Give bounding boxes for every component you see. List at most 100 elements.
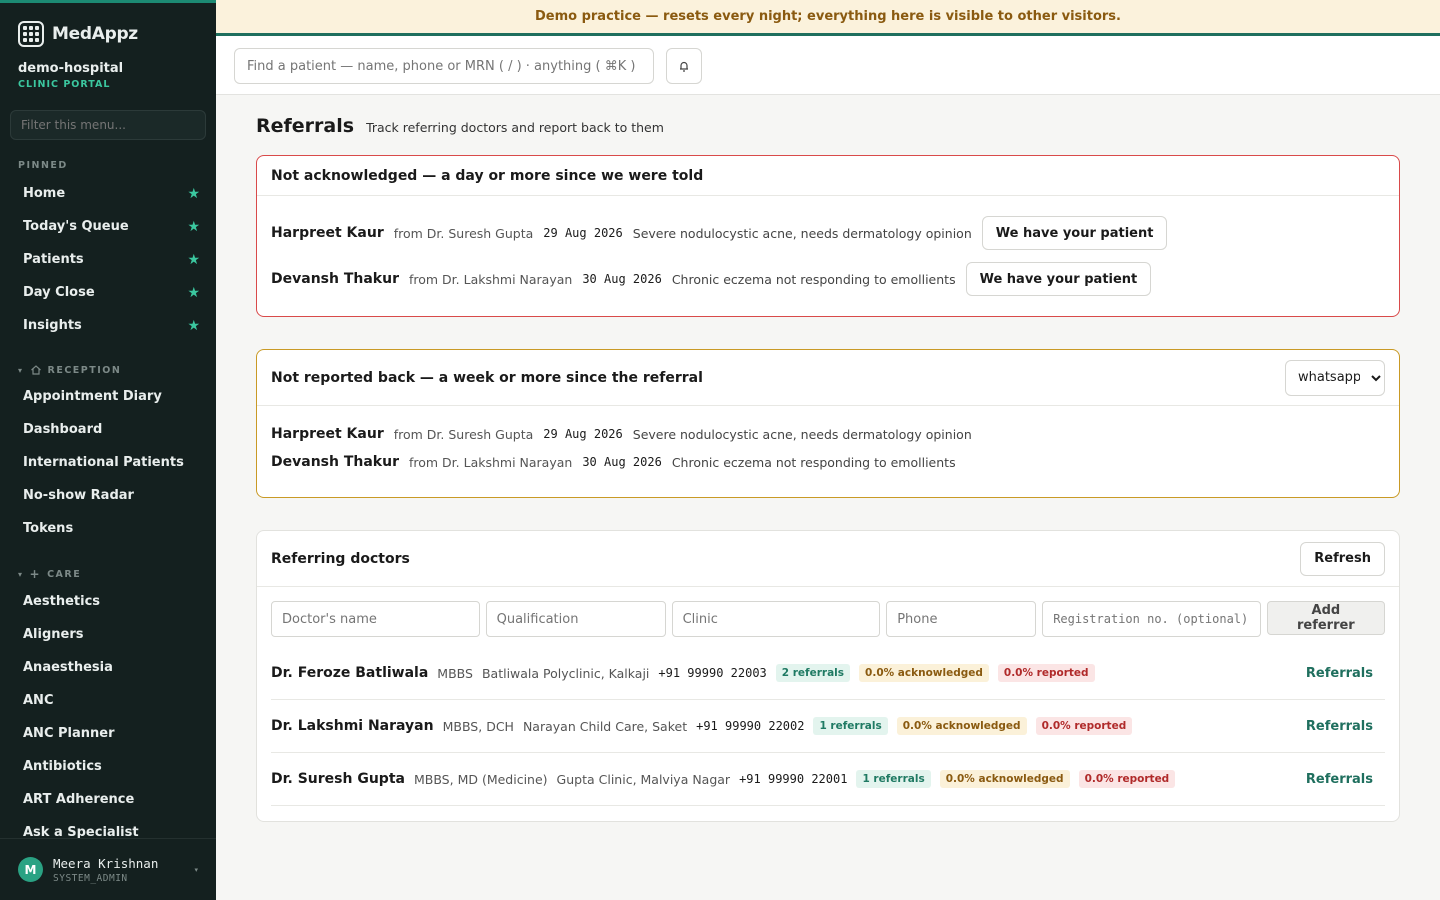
- brand[interactable]: MedAppz: [0, 3, 216, 49]
- referring-doctors-title: Referring doctors: [271, 550, 410, 567]
- referral-date: 30 Aug 2026: [582, 455, 662, 469]
- demo-banner-text: Demo practice — resets every night; ever…: [534, 9, 1121, 24]
- sidebar-item-label: Today's Queue: [23, 219, 129, 234]
- sidebar-item-anc[interactable]: ANC: [0, 684, 216, 717]
- referral-date: 29 Aug 2026: [543, 427, 623, 441]
- sidebar-item-insights[interactable]: Insights ★: [0, 309, 216, 342]
- sidebar-item-art-adherence[interactable]: ART Adherence: [0, 783, 216, 816]
- doctor-list: Dr. Feroze Batliwala MBBS Batliwala Poly…: [257, 647, 1399, 806]
- page-subtitle: Track referring doctors and report back …: [366, 120, 664, 135]
- doctor-name-field[interactable]: [271, 601, 480, 637]
- star-icon[interactable]: ★: [187, 186, 200, 202]
- add-referrer-button[interactable]: Add referrer: [1266, 601, 1385, 635]
- referrals-link[interactable]: Referrals: [1306, 666, 1385, 681]
- acknowledge-button[interactable]: We have your patient: [965, 262, 1152, 296]
- add-referrer-form: Add referrer: [257, 587, 1399, 637]
- sidebar-item-dashboard[interactable]: Dashboard: [0, 413, 216, 446]
- sidebar-item-patients[interactable]: Patients ★: [0, 243, 216, 276]
- user-name: Meera Krishnan: [53, 855, 159, 871]
- sidebar-item-day-close[interactable]: Day Close ★: [0, 276, 216, 309]
- patient-name[interactable]: Devansh Thakur: [271, 271, 399, 287]
- sidebar-item-international-patients[interactable]: International Patients: [0, 446, 216, 479]
- doctor-name: Dr. Suresh Gupta: [271, 771, 405, 787]
- sidebar-item-antibiotics[interactable]: Antibiotics: [0, 750, 216, 783]
- sidebar-item-label: Day Close: [23, 285, 95, 300]
- sidebar-item-label: ANC Planner: [23, 726, 115, 741]
- star-icon[interactable]: ★: [187, 285, 200, 301]
- care-list: Aesthetics Aligners Anaesthesia ANC ANC …: [0, 585, 216, 849]
- pinned-list: Home ★ Today's Queue ★ Patients ★ Day Close…: [0, 177, 216, 342]
- referrals-count-badge: 1 referrals: [856, 770, 931, 788]
- doctor-qualification: MBBS, DCH: [442, 718, 514, 734]
- page-title: Referrals: [256, 115, 355, 137]
- sidebar-item-label: No-show Radar: [23, 488, 134, 503]
- sidebar-item-anaesthesia[interactable]: Anaesthesia: [0, 651, 216, 684]
- star-icon[interactable]: ★: [187, 252, 200, 268]
- sidebar-item-label: ART Adherence: [23, 792, 135, 807]
- referral-reason: Chronic eczema not responding to emollie…: [671, 454, 956, 470]
- card-title: Not reported back — a week or more since…: [257, 350, 1399, 406]
- doctor-clinic: Gupta Clinic, Malviya Nagar: [556, 771, 731, 787]
- list-item: Devansh Thakur from Dr. Lakshmi Narayan …: [257, 454, 1399, 470]
- sidebar-item-anc-planner[interactable]: ANC Planner: [0, 717, 216, 750]
- referrer-name: from Dr. Lakshmi Narayan: [408, 454, 573, 470]
- doctor-qualification: MBBS, MD (Medicine): [413, 771, 548, 787]
- org-switcher[interactable]: demo-hospital CLINIC PORTAL: [0, 49, 216, 90]
- report-channel-select[interactable]: whatsapp: [1285, 359, 1385, 396]
- acknowledge-button[interactable]: We have your patient: [981, 216, 1168, 250]
- acknowledged-badge: 0.0% acknowledged: [939, 770, 1070, 788]
- list-item: Harpreet Kaur from Dr. Suresh Gupta 29 A…: [257, 426, 1399, 442]
- not-acknowledged-card: Not acknowledged — a day or more since w…: [256, 155, 1400, 317]
- sidebar-item-appointment-diary[interactable]: Appointment Diary: [0, 380, 216, 413]
- sidebar-item-no-show-radar[interactable]: No-show Radar: [0, 479, 216, 512]
- registration-field[interactable]: [1042, 601, 1261, 637]
- qualification-field[interactable]: [485, 601, 666, 637]
- sidebar-item-home[interactable]: Home ★: [0, 177, 216, 210]
- acknowledged-badge: 0.0% acknowledged: [859, 664, 989, 682]
- clinic-field[interactable]: [671, 601, 881, 637]
- sidebar-item-label: Insights: [23, 318, 82, 333]
- sidebar-item-todays-queue[interactable]: Today's Queue ★: [0, 210, 216, 243]
- patient-search-input[interactable]: [234, 48, 654, 84]
- doctor-name: Dr. Feroze Batliwala: [271, 665, 429, 681]
- sidebar-item-label: Antibiotics: [23, 759, 102, 774]
- referrals-link[interactable]: Referrals: [1306, 719, 1385, 734]
- sidebar-item-label: International Patients: [23, 455, 184, 470]
- list-item: Harpreet Kaur from Dr. Suresh Gupta 29 A…: [257, 216, 1399, 250]
- sidebar-item-label: Dashboard: [23, 422, 103, 437]
- brand-name: MedAppz: [52, 24, 138, 44]
- patient-name[interactable]: Devansh Thakur: [271, 454, 399, 470]
- table-row: Dr. Feroze Batliwala MBBS Batliwala Poly…: [271, 647, 1385, 700]
- sidebar-item-aligners[interactable]: Aligners: [0, 618, 216, 651]
- referrer-name: from Dr. Suresh Gupta: [393, 225, 534, 241]
- sidebar-item-aesthetics[interactable]: Aesthetics: [0, 585, 216, 618]
- not-reported-card: Not reported back — a week or more since…: [256, 349, 1400, 498]
- sidebar-item-tokens[interactable]: Tokens: [0, 512, 216, 545]
- bell-icon: [680, 61, 688, 72]
- reception-section-toggle[interactable]: ▾ RECEPTION: [0, 364, 216, 376]
- doctor-qualification: MBBS: [437, 665, 473, 681]
- chevron-down-icon: ▾: [194, 865, 198, 874]
- patient-name[interactable]: Harpreet Kaur: [271, 426, 384, 442]
- table-row: Dr. Lakshmi Narayan MBBS, DCH Narayan Ch…: [271, 700, 1385, 753]
- star-icon[interactable]: ★: [187, 318, 200, 334]
- doctor-phone: +91 99990 22002: [696, 719, 805, 733]
- sidebar-item-label: Appointment Diary: [23, 389, 162, 404]
- list-item: Devansh Thakur from Dr. Lakshmi Narayan …: [257, 262, 1399, 296]
- star-icon[interactable]: ★: [187, 219, 200, 235]
- refresh-button[interactable]: Refresh: [1300, 541, 1385, 576]
- referrals-link[interactable]: Referrals: [1306, 772, 1385, 787]
- patient-name[interactable]: Harpreet Kaur: [271, 225, 384, 241]
- phone-field[interactable]: [886, 601, 1037, 637]
- menu-filter-input[interactable]: [10, 110, 206, 140]
- referring-doctors-card: Referring doctors Refresh Add referrer D…: [256, 530, 1400, 822]
- doctor-phone: +91 99990 22001: [739, 772, 848, 786]
- org-name: demo-hospital: [18, 61, 124, 76]
- caret-down-icon: ▾: [18, 365, 24, 375]
- user-menu[interactable]: M Meera Krishnan SYSTEM_ADMIN ▾: [0, 838, 216, 900]
- page-header: Referrals Track referring doctors and re…: [256, 115, 664, 137]
- notifications-button[interactable]: [666, 48, 702, 84]
- reported-badge: 0.0% reported: [997, 664, 1095, 682]
- doctor-phone: +91 99990 22003: [658, 666, 767, 680]
- care-section-toggle[interactable]: ▾ + CARE: [0, 567, 216, 581]
